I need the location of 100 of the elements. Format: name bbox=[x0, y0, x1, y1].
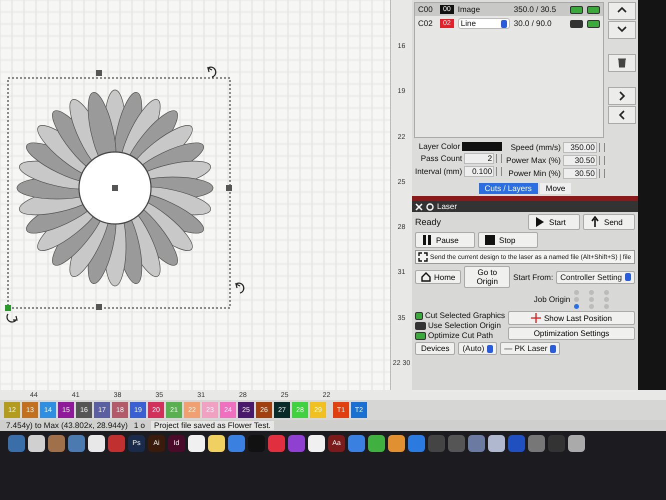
stop-icon bbox=[484, 234, 496, 246]
checkbox-toggle[interactable] bbox=[415, 312, 423, 320]
field-label: Power Max (%) bbox=[506, 156, 561, 165]
upload-arrow-icon bbox=[589, 216, 601, 228]
output-toggle[interactable] bbox=[570, 6, 583, 14]
number-field[interactable]: 30.50 bbox=[562, 168, 597, 179]
layer-code: C02 bbox=[418, 19, 434, 28]
dropdown-value: (Auto) bbox=[462, 344, 484, 353]
panel-tab[interactable]: Cuts / Layers bbox=[478, 183, 538, 194]
layer-color-swatch[interactable] bbox=[462, 142, 502, 151]
pause-button[interactable]: Pause bbox=[415, 232, 475, 248]
app-icon[interactable] bbox=[208, 435, 225, 452]
field-label: Job Origin bbox=[534, 295, 570, 304]
origin-radio[interactable] bbox=[574, 304, 580, 309]
origin-radio[interactable] bbox=[604, 290, 610, 295]
frame-icon bbox=[418, 252, 428, 262]
show-last-position-button[interactable]: Show Last Position bbox=[508, 311, 635, 325]
resize-handle[interactable] bbox=[226, 185, 232, 191]
mode-text: Line bbox=[460, 19, 476, 28]
origin-radio[interactable] bbox=[604, 304, 610, 309]
rotate-handle-icon[interactable] bbox=[6, 313, 18, 323]
devices-button[interactable]: Devices bbox=[415, 342, 456, 355]
mode-dropdown[interactable]: Line bbox=[458, 18, 510, 29]
app-icon[interactable] bbox=[28, 435, 45, 452]
layer-settings: 30.0 / 90.0 bbox=[514, 19, 553, 28]
layer-code: C00 bbox=[418, 5, 434, 14]
number-field[interactable]: 2 bbox=[464, 153, 494, 164]
number-field[interactable]: 0.100 bbox=[464, 166, 494, 177]
go-to-origin-button[interactable]: Go to Origin bbox=[464, 266, 510, 288]
trash-button[interactable] bbox=[608, 54, 636, 72]
trash-icon bbox=[616, 57, 628, 69]
play-icon bbox=[534, 216, 546, 228]
panel-title: Laser bbox=[437, 202, 458, 211]
app-icon[interactable] bbox=[568, 435, 585, 452]
right-button[interactable] bbox=[608, 87, 636, 105]
optimization-settings-button[interactable]: Optimization Settings bbox=[508, 327, 635, 340]
start-button[interactable]: Start bbox=[528, 214, 580, 230]
dropdown-arrow-icon bbox=[550, 344, 556, 352]
close-icon bbox=[415, 202, 423, 210]
coordinates-text: 7.454y) to Max (43.802x, 28.944y) bbox=[6, 421, 128, 430]
field-label: Pass Count bbox=[420, 154, 462, 163]
resize-handle[interactable] bbox=[96, 304, 102, 310]
left-button[interactable] bbox=[608, 106, 636, 124]
option-label: Use Selection Origin bbox=[428, 321, 501, 330]
checkbox-option[interactable]: Optimize Cut Path bbox=[415, 331, 505, 340]
dropdown-value: — PK Laser bbox=[504, 344, 548, 353]
show-toggle[interactable] bbox=[587, 20, 600, 28]
number-field[interactable]: 30.50 bbox=[562, 155, 597, 166]
field-label: Layer Color bbox=[418, 142, 460, 151]
up-button[interactable] bbox=[608, 2, 636, 20]
settings-icon bbox=[426, 202, 434, 210]
status-message: Project file saved as Flower Test. bbox=[150, 421, 274, 430]
origin-radio[interactable] bbox=[574, 290, 580, 295]
app-icon[interactable] bbox=[308, 435, 325, 452]
resize-handle[interactable] bbox=[5, 305, 11, 311]
dropdown-arrow-icon bbox=[500, 20, 507, 28]
origin-radio[interactable] bbox=[589, 297, 594, 302]
layer-mode: Image bbox=[458, 5, 482, 14]
selection-count: 1 o bbox=[134, 421, 145, 430]
checkbox-toggle[interactable] bbox=[415, 322, 426, 330]
checkbox-option[interactable]: Use Selection Origin bbox=[415, 321, 505, 330]
origin-radio[interactable] bbox=[574, 297, 580, 302]
origin-radio[interactable] bbox=[589, 290, 594, 295]
device-dropdown[interactable]: — PK Laser bbox=[500, 342, 560, 355]
field-label: Speed (mm/s) bbox=[510, 143, 561, 152]
home-icon bbox=[421, 272, 431, 282]
center-handle[interactable] bbox=[112, 185, 118, 191]
rotate-handle-icon[interactable] bbox=[235, 282, 244, 294]
origin-radio[interactable] bbox=[589, 304, 594, 309]
send-button[interactable]: Send bbox=[583, 214, 635, 230]
app-icon[interactable] bbox=[488, 435, 505, 452]
app-icon[interactable] bbox=[88, 435, 105, 452]
stop-button[interactable]: Stop bbox=[478, 232, 538, 248]
origin-radio[interactable] bbox=[604, 297, 610, 302]
show-toggle[interactable] bbox=[587, 6, 600, 14]
status-text: Ready bbox=[415, 217, 442, 227]
layer-settings: 350.0 / 30.5 bbox=[514, 5, 558, 14]
down-button[interactable] bbox=[608, 21, 636, 39]
checkbox-toggle[interactable] bbox=[415, 332, 426, 340]
start-from-dropdown[interactable]: Controller Setting bbox=[556, 270, 635, 284]
selection-box[interactable] bbox=[8, 78, 230, 308]
dropdown-arrow-icon bbox=[625, 273, 631, 281]
rotate-handle-icon[interactable] bbox=[207, 66, 216, 78]
field-label: Power Min (%) bbox=[508, 169, 561, 178]
output-toggle[interactable] bbox=[570, 20, 583, 28]
option-label: Optimize Cut Path bbox=[428, 331, 493, 340]
field-label: Interval (mm) bbox=[415, 167, 462, 176]
home-button[interactable]: Home bbox=[415, 270, 462, 284]
app-icon[interactable] bbox=[188, 435, 205, 452]
pause-icon bbox=[421, 234, 433, 246]
panel-tab[interactable]: Move bbox=[540, 183, 572, 194]
port-dropdown[interactable]: (Auto) bbox=[458, 342, 498, 355]
app-icon[interactable] bbox=[368, 435, 385, 452]
dropdown-value: Controller Setting bbox=[560, 272, 622, 282]
crosshair-icon bbox=[530, 313, 541, 323]
number-field[interactable]: 350.00 bbox=[562, 142, 597, 153]
app-icon[interactable] bbox=[388, 435, 405, 452]
resize-handle[interactable] bbox=[96, 70, 102, 76]
field-label: Start From: bbox=[513, 272, 554, 282]
dropdown-arrow-icon bbox=[487, 344, 494, 352]
